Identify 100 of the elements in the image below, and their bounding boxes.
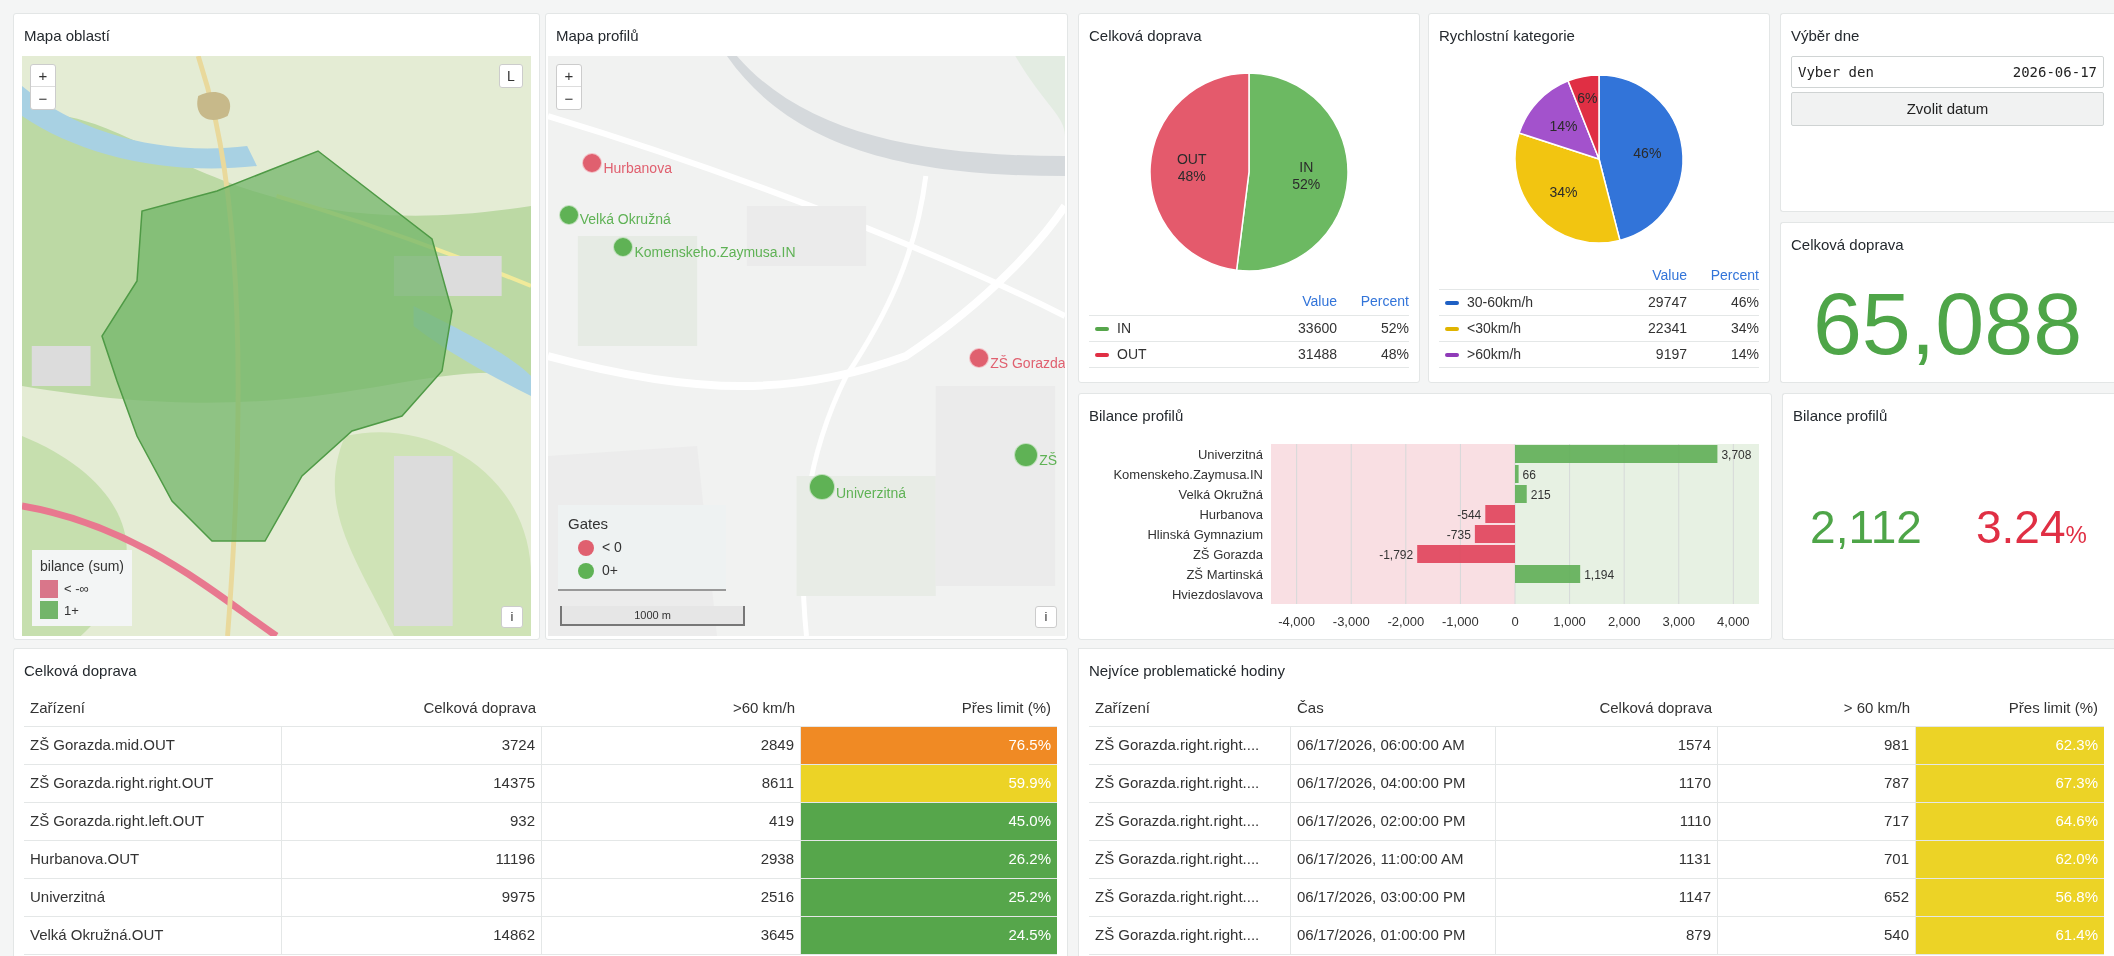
legend-percent: 14%: [1729, 345, 1759, 364]
bar: [1485, 505, 1515, 523]
legend-percent: 46%: [1729, 293, 1759, 312]
legend-label: 1+: [64, 601, 79, 620]
legend-value: 9197: [1654, 345, 1687, 364]
choose-date-button[interactable]: Zvolit datum: [1791, 92, 2104, 126]
bar: [1515, 565, 1581, 583]
stat-value: 65,088: [1812, 279, 2083, 368]
value-label: 1,194: [1584, 568, 1615, 582]
panel-title: Celková doprava: [1791, 236, 1904, 253]
legend-title: bilance (sum): [40, 557, 125, 576]
category-label: Hlinská Gymnazium: [1147, 527, 1263, 542]
table-cell: 06/17/2026, 06:00:00 AM: [1291, 727, 1496, 764]
table-cell: ZŠ Gorazda.right.right.OUT: [24, 765, 282, 802]
category-label: Komenskeho.Zaymusa.IN: [1113, 467, 1263, 482]
category-label: Hviezdoslavova: [1171, 587, 1263, 602]
tick-label: -4,000: [1278, 614, 1316, 629]
table-cell: 11196: [282, 841, 542, 878]
value-label: -1,792: [1379, 548, 1414, 562]
panel-title: Mapa oblastí: [24, 27, 110, 44]
layers-button[interactable]: L: [499, 64, 523, 88]
column-header[interactable]: > 60 km/h: [1718, 697, 1916, 720]
tick-label: 4,000: [1717, 614, 1750, 629]
marker-label: ZŠ Gorazda: [990, 353, 1065, 373]
panel-title: Bilance profilů: [1089, 407, 1184, 424]
date-field[interactable]: Vyber den 2026-06-17: [1791, 56, 2104, 88]
column-header[interactable]: Percent: [1337, 291, 1409, 312]
table-cell: 62.0%: [1916, 841, 2104, 878]
legend-percent: 34%: [1729, 319, 1759, 338]
zoom-out-button[interactable]: −: [557, 87, 581, 109]
legend-label: OUT: [1117, 345, 1147, 364]
legend-title: Gates: [568, 513, 610, 534]
table-cell: ZŠ Gorazda.right.right....: [1089, 765, 1291, 802]
column-header[interactable]: Value: [1257, 291, 1337, 312]
column-header[interactable]: Value: [1607, 265, 1687, 286]
tick-label: 0: [1511, 614, 1519, 629]
tick-label: -1,000: [1442, 614, 1479, 629]
bar: [1515, 485, 1527, 503]
legend-value: 33600: [1297, 319, 1337, 338]
table-cell: 76.5%: [801, 727, 1057, 764]
table-cell: 1170: [1496, 765, 1718, 802]
value-label: 66: [1522, 468, 1536, 482]
table-cell: 62.3%: [1916, 727, 2104, 764]
table-cell: 06/17/2026, 11:00:00 AM: [1291, 841, 1496, 878]
column-header[interactable]: Zařízení: [1089, 697, 1291, 720]
table-cell: ZŠ Gorazda.right.right....: [1089, 917, 1291, 954]
column-header[interactable]: >60 km/h: [542, 697, 801, 720]
bar: [1515, 465, 1519, 483]
table-cell: 45.0%: [801, 803, 1057, 840]
zoom-in-button[interactable]: +: [557, 65, 581, 87]
marker-label: Velká Okružná: [579, 210, 671, 230]
table-cell: 67.3%: [1916, 765, 2104, 802]
panel-title: Výběr dne: [1791, 27, 1860, 44]
table-cell: ZŠ Gorazda.right.right....: [1089, 841, 1291, 878]
column-header[interactable]: Přes limit (%): [1916, 697, 2104, 720]
tick-label: 2,000: [1607, 614, 1641, 629]
table-cell: 14375: [282, 765, 542, 802]
slice-label: OUT 48%: [1176, 151, 1207, 185]
table-cell: 56.8%: [1916, 879, 2104, 916]
table-cell: Velká Okružná.OUT: [24, 917, 282, 954]
tick-label: 1,000: [1553, 614, 1586, 629]
marker-label: Hurbanova: [603, 158, 672, 178]
slice-label: 14%: [1549, 117, 1578, 134]
slice-label: IN 52%: [1292, 158, 1321, 192]
column-header[interactable]: Celková doprava: [282, 697, 542, 720]
category-label: Hurbanova: [1199, 507, 1263, 522]
table-cell: ZŠ Gorazda.mid.OUT: [24, 727, 282, 764]
legend-value: 22341: [1647, 319, 1687, 338]
panel-title: Nejvíce problematické hodiny: [1089, 662, 1285, 679]
bar: [1474, 525, 1515, 543]
value-label: -735: [1446, 528, 1471, 542]
category-label: ZŠ Martinská: [1186, 567, 1263, 582]
marker-label: ZŠ: [1039, 451, 1058, 471]
info-button[interactable]: i: [501, 606, 523, 628]
column-header[interactable]: Celková doprava: [1496, 697, 1718, 720]
column-header[interactable]: Přes limit (%): [801, 697, 1057, 720]
column-header[interactable]: Percent: [1687, 265, 1759, 286]
panel-title: Celková doprava: [24, 662, 137, 679]
table-cell: 1574: [1496, 727, 1718, 764]
table-cell: 61.4%: [1916, 917, 2104, 954]
table-cell: 1110: [1496, 803, 1718, 840]
table-cell: ZŠ Gorazda.right.right....: [1089, 803, 1291, 840]
column-header[interactable]: Zařízení: [24, 697, 282, 720]
legend-label: 0+: [602, 561, 618, 580]
stat-percent: 3.24%: [1976, 500, 2087, 555]
table-cell: 06/17/2026, 04:00:00 PM: [1291, 765, 1496, 802]
table-cell: 26.2%: [801, 841, 1057, 878]
legend-label: 30-60km/h: [1467, 293, 1534, 312]
zoom-in-button[interactable]: +: [31, 65, 55, 87]
info-button[interactable]: i: [1035, 606, 1057, 628]
legend-label: < 0: [602, 538, 622, 557]
legend-label: < -∞: [64, 580, 89, 598]
table-cell: ZŠ Gorazda.right.right....: [1089, 879, 1291, 916]
column-header[interactable]: Čas: [1291, 697, 1496, 720]
zoom-out-button[interactable]: −: [31, 87, 55, 109]
table-cell: 25.2%: [801, 879, 1057, 916]
slice-label: 34%: [1549, 184, 1578, 201]
category-label: Velká Okružná: [1178, 487, 1263, 502]
table-cell: 932: [282, 803, 542, 840]
table-cell: 06/17/2026, 02:00:00 PM: [1291, 803, 1496, 840]
